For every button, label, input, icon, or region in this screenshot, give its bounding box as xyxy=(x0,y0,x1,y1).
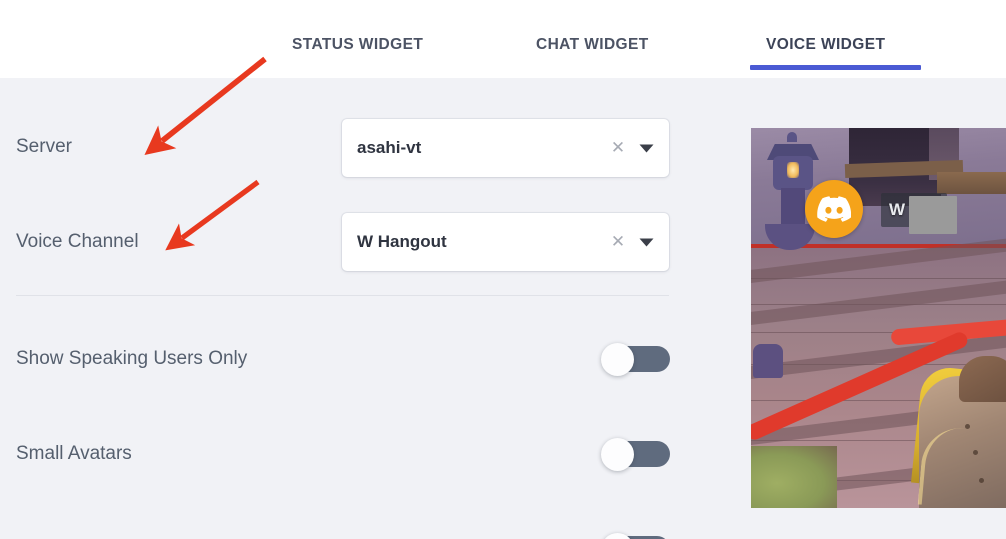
voice-channel-label: Voice Channel xyxy=(16,231,139,252)
preview-purple-prop xyxy=(753,344,783,378)
section-divider xyxy=(16,295,669,296)
third-option-toggle[interactable] xyxy=(601,533,670,539)
show-speaking-users-only-label: Show Speaking Users Only xyxy=(16,348,248,369)
tab-status-widget[interactable]: STATUS WIDGET xyxy=(292,36,423,76)
preview-armor-rivet xyxy=(965,424,970,429)
chevron-down-icon[interactable] xyxy=(635,137,657,159)
voice-widget-preview: W xyxy=(751,128,1006,508)
toggle-knob xyxy=(601,343,634,376)
chevron-down-icon[interactable] xyxy=(635,231,657,253)
preview-grass-patch xyxy=(751,446,837,508)
preview-username-redaction xyxy=(909,196,957,234)
voice-channel-select-value: W Hangout xyxy=(357,232,447,251)
preview-lantern-stem xyxy=(781,188,805,224)
show-speaking-users-only-toggle[interactable] xyxy=(601,343,670,376)
preview-lantern-glow xyxy=(787,162,799,178)
server-label: Server xyxy=(16,136,72,157)
close-icon[interactable]: ✕ xyxy=(608,232,628,252)
preview-character-shoulder xyxy=(959,356,1006,402)
server-select-value: asahi-vt xyxy=(357,138,422,157)
preview-armor-rivet xyxy=(979,478,984,483)
close-icon[interactable]: ✕ xyxy=(608,138,628,158)
preview-wood-beam-right xyxy=(937,172,1006,194)
toggle-knob xyxy=(601,438,634,471)
tab-chat-widget[interactable]: CHAT WIDGET xyxy=(536,36,649,76)
discord-logo-icon xyxy=(805,180,863,238)
small-avatars-toggle[interactable] xyxy=(601,438,670,471)
preview-lantern-finial xyxy=(787,132,797,142)
active-tab-indicator xyxy=(750,65,921,70)
voice-channel-select[interactable]: W Hangout ✕ xyxy=(342,213,669,271)
widget-tab-bar: STATUS WIDGET CHAT WIDGET VOICE WIDGET xyxy=(0,0,1006,78)
small-avatars-label: Small Avatars xyxy=(16,443,132,464)
server-select[interactable]: asahi-vt ✕ xyxy=(342,119,669,177)
preview-username-text: W xyxy=(889,200,906,219)
tab-voice-widget[interactable]: VOICE WIDGET xyxy=(766,36,885,76)
preview-armor-rivet xyxy=(973,450,978,455)
